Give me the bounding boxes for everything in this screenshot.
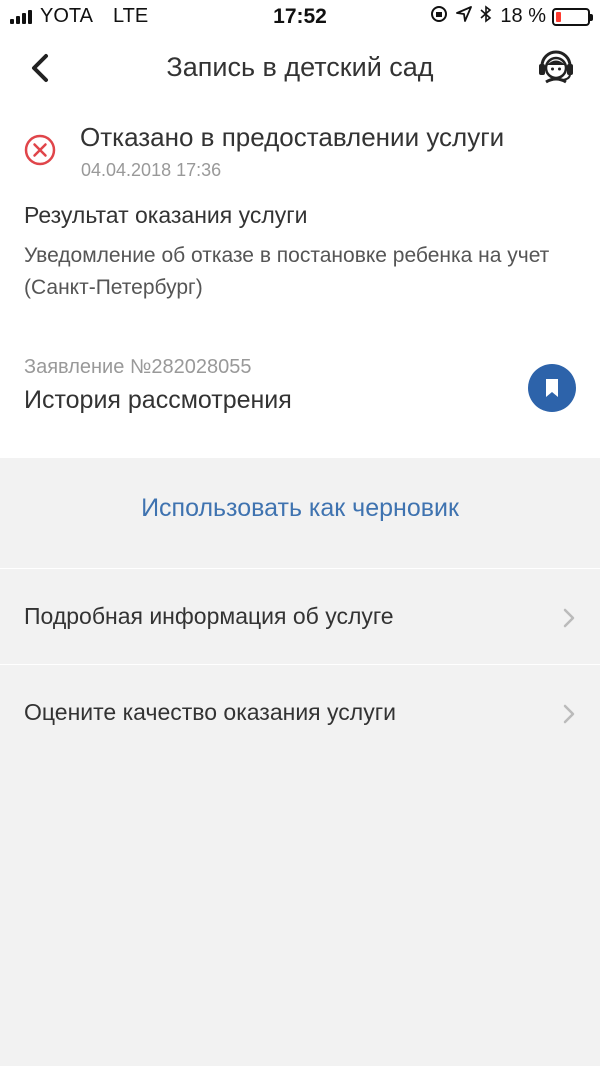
application-number: Заявление №282028055 bbox=[24, 356, 252, 378]
menu-item-service-info[interactable]: Подробная информация об услуге bbox=[0, 568, 600, 664]
menu-item-label: Оцените качество оказания услуги bbox=[24, 699, 396, 725]
location-icon bbox=[456, 6, 473, 27]
chevron-right-icon bbox=[563, 608, 575, 628]
status-bar: YOTA LTE 17:52 18 % bbox=[0, 0, 600, 34]
status-rejected bbox=[24, 134, 56, 166]
chevron-right-icon bbox=[563, 704, 575, 724]
error-circle-icon bbox=[24, 134, 56, 166]
header: Запись в детский сад bbox=[0, 34, 600, 104]
result-text: Уведомление об отказе в постановке ребен… bbox=[24, 244, 550, 299]
status-date: 04.04.2018 17:36 bbox=[81, 160, 222, 180]
screen: YOTA LTE 17:52 18 % Запись в детский сад… bbox=[0, 0, 600, 1066]
menu-item-rate-quality[interactable]: Оцените качество оказания услуги bbox=[0, 664, 600, 760]
status-right: 18 % bbox=[430, 5, 593, 28]
history-link[interactable]: История рассмотрения bbox=[24, 386, 292, 415]
service-menu: Подробная информация об услуге Оцените к… bbox=[0, 568, 600, 760]
page-title: Запись в детский сад bbox=[166, 52, 434, 82]
support-button[interactable] bbox=[536, 46, 576, 86]
result-heading: Результат оказания услуги bbox=[24, 202, 308, 228]
bookmark-icon bbox=[546, 379, 558, 397]
menu-item-label: Подробная информация об услуге bbox=[24, 603, 394, 629]
bluetooth-icon bbox=[480, 5, 492, 28]
battery-fill bbox=[556, 11, 561, 22]
service-details: Отказано в предоставлении услуги 04.04.2… bbox=[0, 104, 600, 458]
status-title: Отказано в предоставлении услуги bbox=[80, 122, 505, 152]
support-agent-icon bbox=[539, 50, 573, 84]
use-as-draft-button[interactable]: Использовать как черновик bbox=[0, 458, 600, 554]
bookmark-button[interactable] bbox=[528, 364, 576, 412]
battery-percent: 18 % bbox=[500, 5, 546, 27]
orientation-lock-icon bbox=[430, 5, 448, 28]
battery-icon bbox=[552, 7, 593, 26]
